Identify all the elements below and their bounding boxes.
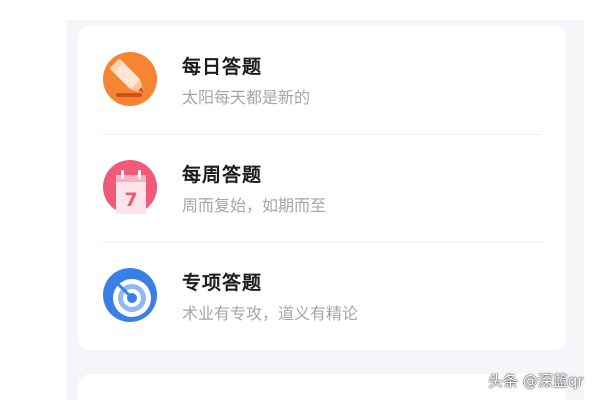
weekly-quiz-subtitle: 周而复始，如期而至 bbox=[182, 196, 327, 215]
calendar-day-number: 7 bbox=[124, 189, 137, 211]
special-quiz-subtitle: 术业有专攻，道义有精论 bbox=[182, 304, 359, 323]
daily-quiz-title: 每日答题 bbox=[182, 56, 263, 78]
daily-quiz-subtitle: 太阳每天都是新的 bbox=[182, 88, 311, 107]
daily-quiz-item[interactable]: 每日答题 太阳每天都是新的 bbox=[78, 26, 566, 134]
calendar-icon: 7 bbox=[103, 160, 157, 214]
special-quiz-title: 专项答题 bbox=[182, 272, 263, 294]
pencil-icon bbox=[103, 52, 157, 106]
special-quiz-item[interactable]: 专项答题 术业有专攻，道义有精论 bbox=[78, 242, 566, 350]
watermark-text: 头条 @深蓝qr bbox=[488, 372, 584, 390]
target-icon bbox=[103, 268, 157, 322]
weekly-quiz-item[interactable]: 7 每周答题 周而复始，如期而至 bbox=[78, 134, 566, 242]
quiz-menu-card: 每日答题 太阳每天都是新的 7 每周答题 周而复始，如期而至 专项答题 术业有专… bbox=[78, 26, 566, 350]
weekly-quiz-title: 每周答题 bbox=[182, 164, 263, 186]
